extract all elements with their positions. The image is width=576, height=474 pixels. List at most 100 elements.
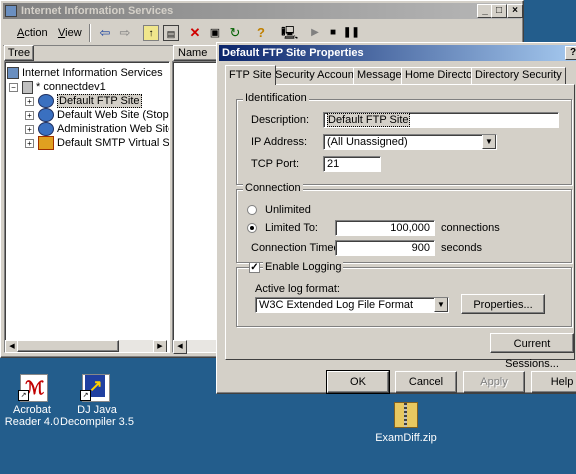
tab-page: Identification Description: Default FTP … xyxy=(225,84,575,370)
zip-archive-icon xyxy=(394,402,418,428)
ip-address-label: IP Address: xyxy=(251,136,308,148)
log-properties-label: Properties... xyxy=(473,299,533,311)
properties-dialog: Default FTP Site Properties ? FTP Site S… xyxy=(216,42,576,394)
admin-site-icon xyxy=(38,122,54,137)
tcp-port-field[interactable]: 21 xyxy=(323,156,381,172)
ftp-site-icon xyxy=(38,94,54,109)
djjava-label-line1: DJ Java xyxy=(77,404,117,416)
enable-logging-checkbox[interactable]: ✓ xyxy=(249,262,260,273)
tab-label: Directory Security xyxy=(475,69,562,81)
desktop-icon-examdiff[interactable]: ExamDiff.zip xyxy=(368,400,444,446)
identification-group: Identification Description: Default FTP … xyxy=(236,92,572,185)
close-button[interactable]: × xyxy=(507,4,523,18)
djjava-label-line2: Decompiler 3.5 xyxy=(60,416,134,428)
tree-item-smtp[interactable]: + Default SMTP Virtual Server ( xyxy=(25,136,170,151)
description-value: Default FTP Site xyxy=(327,113,410,127)
back-arrow-icon[interactable]: ⇦ xyxy=(97,25,113,41)
tcp-port-label: TCP Port: xyxy=(251,158,300,170)
maximize-button[interactable]: □ xyxy=(491,4,507,18)
limited-connections-value: 100,000 xyxy=(390,222,430,234)
mmc-app-icon xyxy=(5,5,17,17)
log-format-dropdown[interactable]: W3C Extended Log File Format ▼ xyxy=(255,297,449,313)
apply-label: Apply xyxy=(480,376,508,388)
ip-address-dropdown[interactable]: (All Unassigned) ▼ xyxy=(323,134,497,150)
tab-directory-security[interactable]: Directory Security xyxy=(471,67,566,84)
log-properties-button[interactable]: Properties... xyxy=(461,294,545,314)
tcp-port-value: 21 xyxy=(327,158,340,170)
scroll-thumb[interactable] xyxy=(17,340,119,352)
cancel-label: Cancel xyxy=(408,376,444,388)
limited-label[interactable]: Limited To: xyxy=(265,222,318,234)
expand-icon[interactable]: + xyxy=(25,124,34,134)
apply-button[interactable]: Apply xyxy=(463,371,525,393)
shortcut-arrow-icon: ↗ xyxy=(80,390,91,401)
desktop-icon-djjava[interactable]: ↗ ↗ DJ Java Decompiler 3.5 xyxy=(60,372,134,428)
tree-item-admin[interactable]: + Administration Web Site (Sto xyxy=(25,122,169,137)
iis-root-icon xyxy=(7,67,19,80)
scroll-right-icon[interactable]: ▶ xyxy=(153,340,167,352)
timeout-value: 900 xyxy=(411,242,430,254)
collapse-icon[interactable]: − xyxy=(9,82,18,92)
connection-label: Connection xyxy=(243,182,303,194)
menu-action[interactable]: Action xyxy=(17,26,48,40)
limited-connections-field[interactable]: 100,000 xyxy=(335,220,435,236)
examdiff-label: ExamDiff.zip xyxy=(368,432,444,444)
connections-unit: connections xyxy=(441,222,500,234)
refresh-icon[interactable]: ↻ xyxy=(227,25,243,41)
ok-button[interactable]: OK xyxy=(326,370,390,394)
iis-titlebar[interactable]: Internet Information Services _ □ × xyxy=(3,3,523,19)
dropdown-arrow-icon[interactable]: ▼ xyxy=(434,298,448,312)
help-button[interactable]: Help xyxy=(531,371,576,393)
tree-server[interactable]: − * connectdev1 xyxy=(9,80,106,94)
current-sessions-label: Current Sessions... xyxy=(505,338,559,370)
dropdown-arrow-icon[interactable]: ▼ xyxy=(482,135,496,149)
shortcut-arrow-icon: ↗ xyxy=(18,390,29,401)
expand-icon[interactable]: + xyxy=(25,138,34,148)
tree-item-web[interactable]: + Default Web Site (Stopped) xyxy=(25,108,169,123)
current-sessions-button[interactable]: Current Sessions... xyxy=(490,333,574,370)
tree-pane[interactable]: Internet Information Services − * connect… xyxy=(4,61,170,353)
timeout-field[interactable]: 900 xyxy=(335,240,435,256)
djjava-label: DJ Java Decompiler 3.5 xyxy=(58,404,136,428)
toolbar-separator xyxy=(89,24,91,42)
description-field[interactable]: Default FTP Site xyxy=(323,112,559,128)
tree-item-label: Default SMTP Virtual Server ( xyxy=(57,137,170,149)
log-format-label: Active log format: xyxy=(255,283,340,295)
unlimited-radio[interactable] xyxy=(247,205,257,215)
dialog-title: Default FTP Site Properties xyxy=(222,47,364,59)
tree-root[interactable]: Internet Information Services xyxy=(7,66,163,80)
server-icon xyxy=(22,80,33,94)
computer-icon[interactable]: 🖳 xyxy=(281,25,298,41)
unlimited-label[interactable]: Unlimited xyxy=(265,204,311,216)
show-tree-icon[interactable]: ▤ xyxy=(163,25,179,41)
tree-tab-label: Tree xyxy=(7,47,31,59)
pause-icon[interactable]: ❚❚ xyxy=(343,25,360,41)
tree-hscrollbar[interactable]: ◀ ▶ xyxy=(5,340,167,352)
menu-view[interactable]: View xyxy=(58,26,82,40)
enable-logging-label[interactable]: Enable Logging xyxy=(263,261,344,273)
dialog-titlebar[interactable]: Default FTP Site Properties ? xyxy=(219,45,576,61)
stop-icon[interactable]: ■ xyxy=(325,25,341,41)
dialog-help-button[interactable]: ? xyxy=(565,46,576,60)
tree-tab[interactable]: Tree xyxy=(4,45,34,61)
forward-arrow-icon[interactable]: ⇨ xyxy=(117,25,133,41)
acrobat-label: Acrobat Reader 4.0 xyxy=(4,404,60,428)
expand-icon[interactable]: + xyxy=(25,96,34,106)
limited-radio[interactable] xyxy=(247,223,257,233)
tab-ftp-site[interactable]: FTP Site xyxy=(225,65,276,85)
scroll-left-icon[interactable]: ◀ xyxy=(173,340,187,354)
help-label: Help xyxy=(550,376,574,388)
tab-label: Home Directory xyxy=(405,69,482,81)
cancel-button[interactable]: Cancel xyxy=(395,371,457,393)
up-folder-icon[interactable]: ↑ xyxy=(143,25,159,41)
examdiff-label-text: ExamDiff.zip xyxy=(375,432,437,444)
expand-icon[interactable]: + xyxy=(25,110,34,120)
properties-icon[interactable]: ▣ xyxy=(207,25,223,41)
tree-item-ftp[interactable]: + Default FTP Site xyxy=(25,94,142,109)
help-icon[interactable]: ? xyxy=(253,25,269,41)
play-icon[interactable]: ▶ xyxy=(307,25,323,41)
delete-icon[interactable]: ✕ xyxy=(187,25,203,41)
desktop-icon-acrobat[interactable]: ℳ ↗ Acrobat Reader 4.0 xyxy=(4,372,60,428)
identification-label: Identification xyxy=(243,92,309,104)
tree-item-label: Default FTP Site xyxy=(57,94,142,108)
